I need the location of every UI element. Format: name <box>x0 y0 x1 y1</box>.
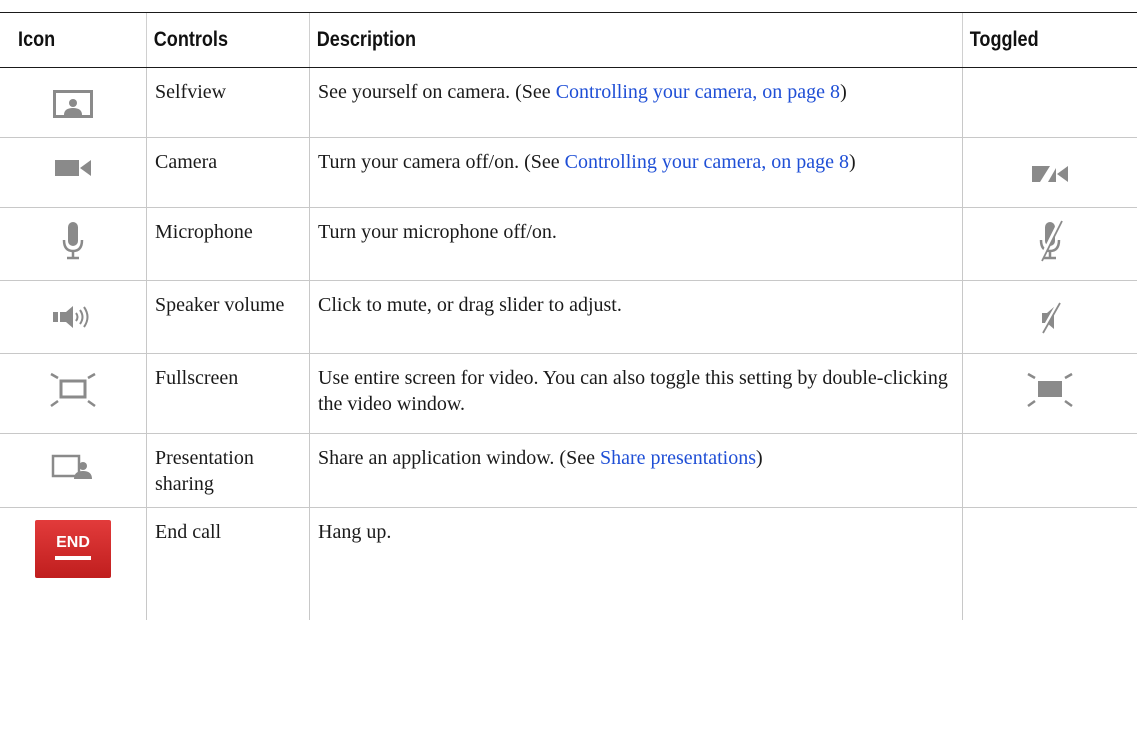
camera-icon <box>55 160 91 176</box>
control-name: Fullscreen <box>146 354 309 433</box>
microphone-muted-icon <box>1038 219 1063 262</box>
toggled-cell <box>962 508 1137 620</box>
camera-off-icon <box>1032 159 1068 187</box>
header-description: Description <box>309 13 871 67</box>
control-name: Microphone <box>146 208 309 280</box>
toggled-cell <box>962 434 1137 507</box>
selfview-icon <box>53 90 93 118</box>
microphone-icon <box>62 222 84 260</box>
header-toggled: Toggled <box>962 13 1113 67</box>
description: See yourself on camera. (See Controlling… <box>309 68 962 137</box>
description: Click to mute, or drag slider to adjust. <box>309 281 962 353</box>
table-row: Presentation sharing Share an applicatio… <box>0 434 1137 508</box>
table-row: Fullscreen Use entire screen for video. … <box>0 354 1137 434</box>
header-icon: Icon <box>18 28 56 51</box>
description: Share an application window. (See Share … <box>309 434 962 507</box>
link-share-presentations[interactable]: Share presentations <box>600 447 756 469</box>
description: Hang up. <box>309 508 962 620</box>
speaker-muted-icon <box>1039 302 1061 334</box>
presentation-sharing-icon <box>51 454 92 479</box>
table-row: Camera Turn your camera off/on. (See Con… <box>0 138 1137 208</box>
end-call-icon: END <box>35 520 111 578</box>
toggled-cell <box>962 68 1137 137</box>
table-row: Speaker volume Click to mute, or drag sl… <box>0 281 1137 354</box>
control-name: Camera <box>146 138 309 207</box>
table-row: Selfview See yourself on camera. (See Co… <box>0 68 1137 138</box>
link-controlling-camera[interactable]: Controlling your camera, on page 8 <box>565 151 849 173</box>
table-row: END End call Hang up. <box>0 508 1137 620</box>
control-name: End call <box>146 508 309 620</box>
table-row: Microphone Turn your microphone off/on. <box>0 208 1137 281</box>
description: Use entire screen for video. You can als… <box>309 354 962 433</box>
controls-table: Icon Controls Description Toggled Selfvi… <box>0 12 1137 620</box>
fullscreen-icon <box>50 372 96 408</box>
table-header-row: Icon Controls Description Toggled <box>0 13 1137 68</box>
speaker-volume-icon <box>53 306 89 328</box>
description: Turn your camera off/on. (See Controllin… <box>309 138 962 207</box>
control-name: Selfview <box>146 68 309 137</box>
description: Turn your microphone off/on. <box>309 208 962 280</box>
header-controls: Controls <box>146 13 286 67</box>
link-controlling-camera[interactable]: Controlling your camera, on page 8 <box>556 81 840 103</box>
control-name: Speaker volume <box>146 281 309 353</box>
control-name: Presentation sharing <box>146 434 309 507</box>
exit-fullscreen-icon <box>1027 372 1073 408</box>
